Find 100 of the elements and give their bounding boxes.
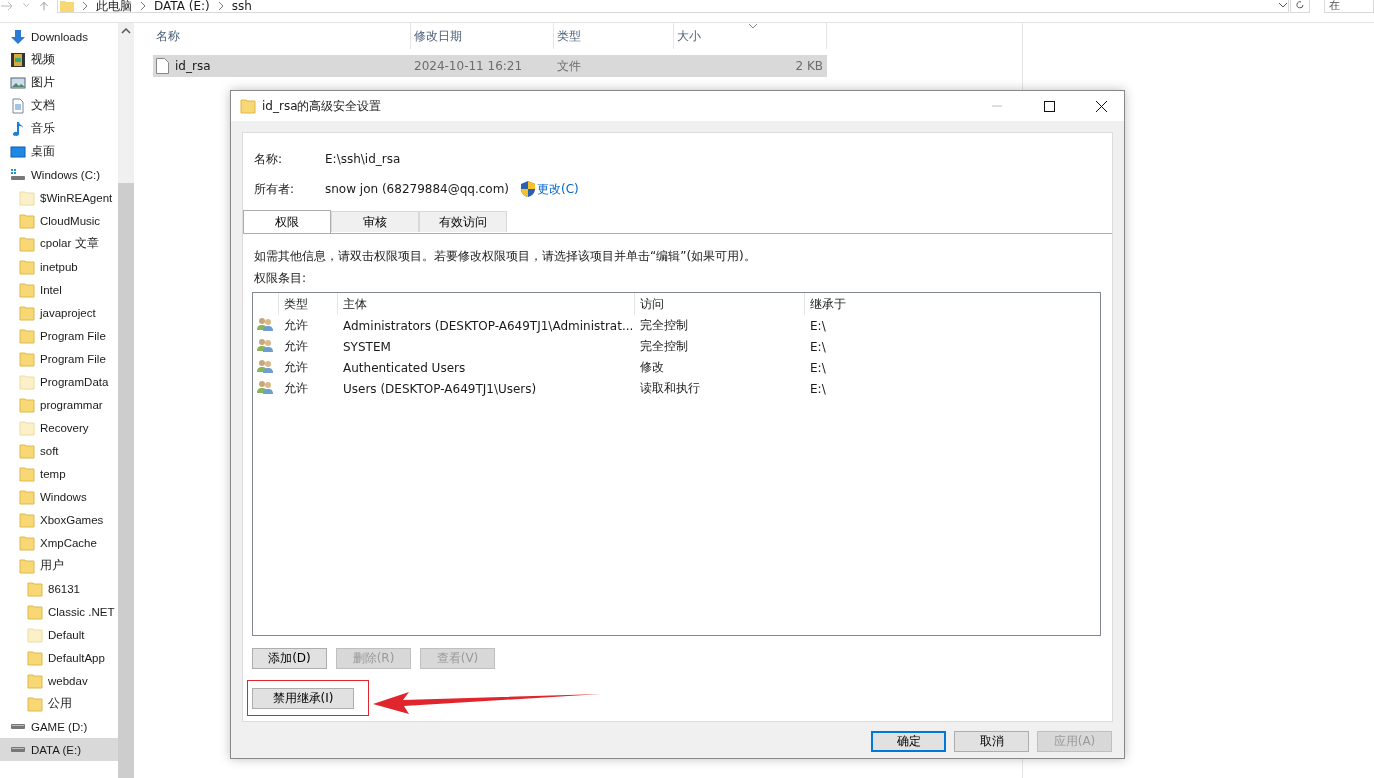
sidebar-item[interactable]: Recovery — [0, 416, 118, 439]
refresh-button[interactable] — [1290, 0, 1310, 13]
table-cell-text: E:\ — [809, 360, 827, 375]
column-header[interactable]: 继承于 — [805, 293, 1005, 315]
sidebar-item[interactable]: DATA (E:) — [0, 738, 118, 761]
folder-icon — [19, 511, 35, 528]
sidebar-item[interactable]: temp — [0, 462, 118, 485]
scrollbar[interactable] — [118, 23, 134, 778]
sidebar-item[interactable]: javaproject — [0, 301, 118, 324]
sort-caret-icon — [748, 23, 758, 29]
sidebar-item[interactable]: Program File — [0, 347, 118, 370]
chevron-right-icon — [217, 2, 224, 10]
sidebar-item[interactable]: Program File — [0, 324, 118, 347]
folder-icon — [19, 442, 35, 459]
up-arrow-icon[interactable] — [38, 0, 49, 12]
chevron-up-icon[interactable] — [121, 27, 131, 34]
sidebar-item[interactable]: GAME (D:) — [0, 715, 118, 738]
breadcrumb[interactable]: 此电脑 — [96, 0, 132, 12]
entries-label: 权限条目: — [253, 270, 308, 286]
column-header[interactable]: 大小 — [674, 23, 827, 49]
users-icon — [257, 317, 273, 331]
sidebar-item[interactable]: DefaultApp — [0, 646, 118, 669]
column-header[interactable]: 访问 — [635, 293, 805, 315]
sidebar-item[interactable]: programmar — [0, 393, 118, 416]
breadcrumb[interactable]: ssh — [231, 0, 252, 12]
folder-icon — [19, 557, 35, 574]
permission-row[interactable]: 允许 Administrators (DESKTOP-A649TJ1\Administrat... 完全控制 E:\ — [253, 315, 1100, 336]
column-header[interactable]: 名称 — [153, 23, 411, 49]
sidebar-item[interactable]: Intel — [0, 278, 118, 301]
sidebar-item[interactable]: $WinREAgent — [0, 186, 118, 209]
action-button[interactable]: 添加(D) — [252, 648, 327, 669]
maximize-icon[interactable] — [1043, 100, 1055, 112]
sidebar-item[interactable]: 桌面 — [0, 140, 118, 163]
owner-value: snow jon (68279884@qq.com) — [325, 182, 510, 196]
folder-icon — [60, 0, 74, 12]
file-row[interactable]: id_rsa 2024-10-11 16:21 文件 2 KB — [153, 55, 827, 77]
description-text: 如需其他信息，请双击权限项目。若要修改权限项目，请选择该项目并单击“编辑”(如果可用)。 — [253, 248, 757, 264]
sidebar-item[interactable]: ProgramData — [0, 370, 118, 393]
dialog-button[interactable]: 确定 — [871, 731, 946, 752]
column-header[interactable]: 主体 — [338, 293, 635, 315]
folder-icon — [19, 258, 35, 275]
folder-icon — [27, 603, 43, 620]
table-cell-text: 完全控制 — [639, 338, 689, 355]
drive-icon — [10, 724, 26, 729]
folder-icon — [19, 212, 35, 229]
search-field[interactable]: 在 — [1324, 0, 1374, 13]
permission-row[interactable]: 允许 Users (DESKTOP-A649TJ1\Users) 读取和执行 E:\ — [253, 378, 1100, 399]
sidebar-item[interactable]: Windows — [0, 485, 118, 508]
folder-icon — [19, 327, 35, 344]
permission-row[interactable]: 允许 SYSTEM 完全控制 E:\ — [253, 336, 1100, 357]
column-header[interactable]: 修改日期 — [411, 23, 554, 49]
folder-icon — [19, 396, 35, 413]
table-cell-text: E:\ — [809, 318, 827, 333]
sidebar-item[interactable]: 公用 — [0, 692, 118, 715]
sidebar-item[interactable]: 86131 — [0, 577, 118, 600]
table-cell-text: E:\ — [809, 339, 827, 354]
download-arrow-icon — [10, 28, 26, 45]
forward-arrow-icon[interactable] — [0, 0, 15, 12]
folder-icon — [240, 98, 256, 114]
table-cell-text: Administrators (DESKTOP-A649TJ1\Administrat... — [342, 318, 635, 333]
sidebar-item[interactable]: inetpub — [0, 255, 118, 278]
chevron-down-icon[interactable] — [1278, 2, 1288, 10]
column-header[interactable]: 类型 — [279, 293, 338, 315]
table-cell-text: 读取和执行 — [639, 380, 701, 397]
sidebar-item[interactable]: 文档 — [0, 94, 118, 117]
close-icon[interactable] — [1095, 100, 1107, 112]
table-cell-text: E:\ — [809, 381, 827, 396]
table-cell-text: 允许 — [283, 338, 309, 355]
folder-icon — [19, 419, 35, 436]
sidebar-item[interactable]: Windows (C:) — [0, 163, 118, 186]
sidebar-item[interactable]: webdav — [0, 669, 118, 692]
tab[interactable]: 有效访问 — [419, 211, 507, 232]
tab[interactable]: 审核 — [331, 211, 419, 232]
permission-row[interactable]: 允许 Authenticated Users 修改 E:\ — [253, 357, 1100, 378]
sidebar-item[interactable]: 视频 — [0, 48, 118, 71]
sidebar-item[interactable]: cpolar 文章 — [0, 232, 118, 255]
sidebar-item[interactable]: XboxGames — [0, 508, 118, 531]
tab[interactable]: 权限 — [243, 210, 331, 233]
sidebar-item[interactable]: Classic .NET — [0, 600, 118, 623]
dialog-button[interactable]: 取消 — [954, 731, 1029, 752]
sidebar-item[interactable]: 图片 — [0, 71, 118, 94]
change-owner-link[interactable]: 更改(C) — [537, 180, 579, 198]
users-icon — [257, 338, 273, 352]
drive-icon — [10, 747, 26, 752]
table-cell-text: Users (DESKTOP-A649TJ1\Users) — [342, 381, 538, 396]
sidebar-item[interactable]: 音乐 — [0, 117, 118, 140]
folder-icon — [19, 189, 35, 206]
address-bar[interactable]: 此电脑 DATA (E:) ssh — [57, 0, 1289, 13]
column-header[interactable]: 类型 — [554, 23, 674, 49]
sidebar-item[interactable]: Downloads — [0, 25, 118, 48]
sidebar-item[interactable]: CloudMusic — [0, 209, 118, 232]
table-cell-text: 2 KB — [794, 59, 824, 73]
sidebar-item[interactable]: 用户 — [0, 554, 118, 577]
sidebar-item[interactable]: XmpCache — [0, 531, 118, 554]
disable-inheritance-button[interactable]: 禁用继承(I) — [252, 687, 354, 709]
file-icon — [156, 58, 169, 74]
sidebar-item[interactable]: Default — [0, 623, 118, 646]
breadcrumb[interactable]: DATA (E:) — [154, 0, 210, 12]
document-icon — [10, 97, 26, 114]
sidebar-item[interactable]: soft — [0, 439, 118, 462]
